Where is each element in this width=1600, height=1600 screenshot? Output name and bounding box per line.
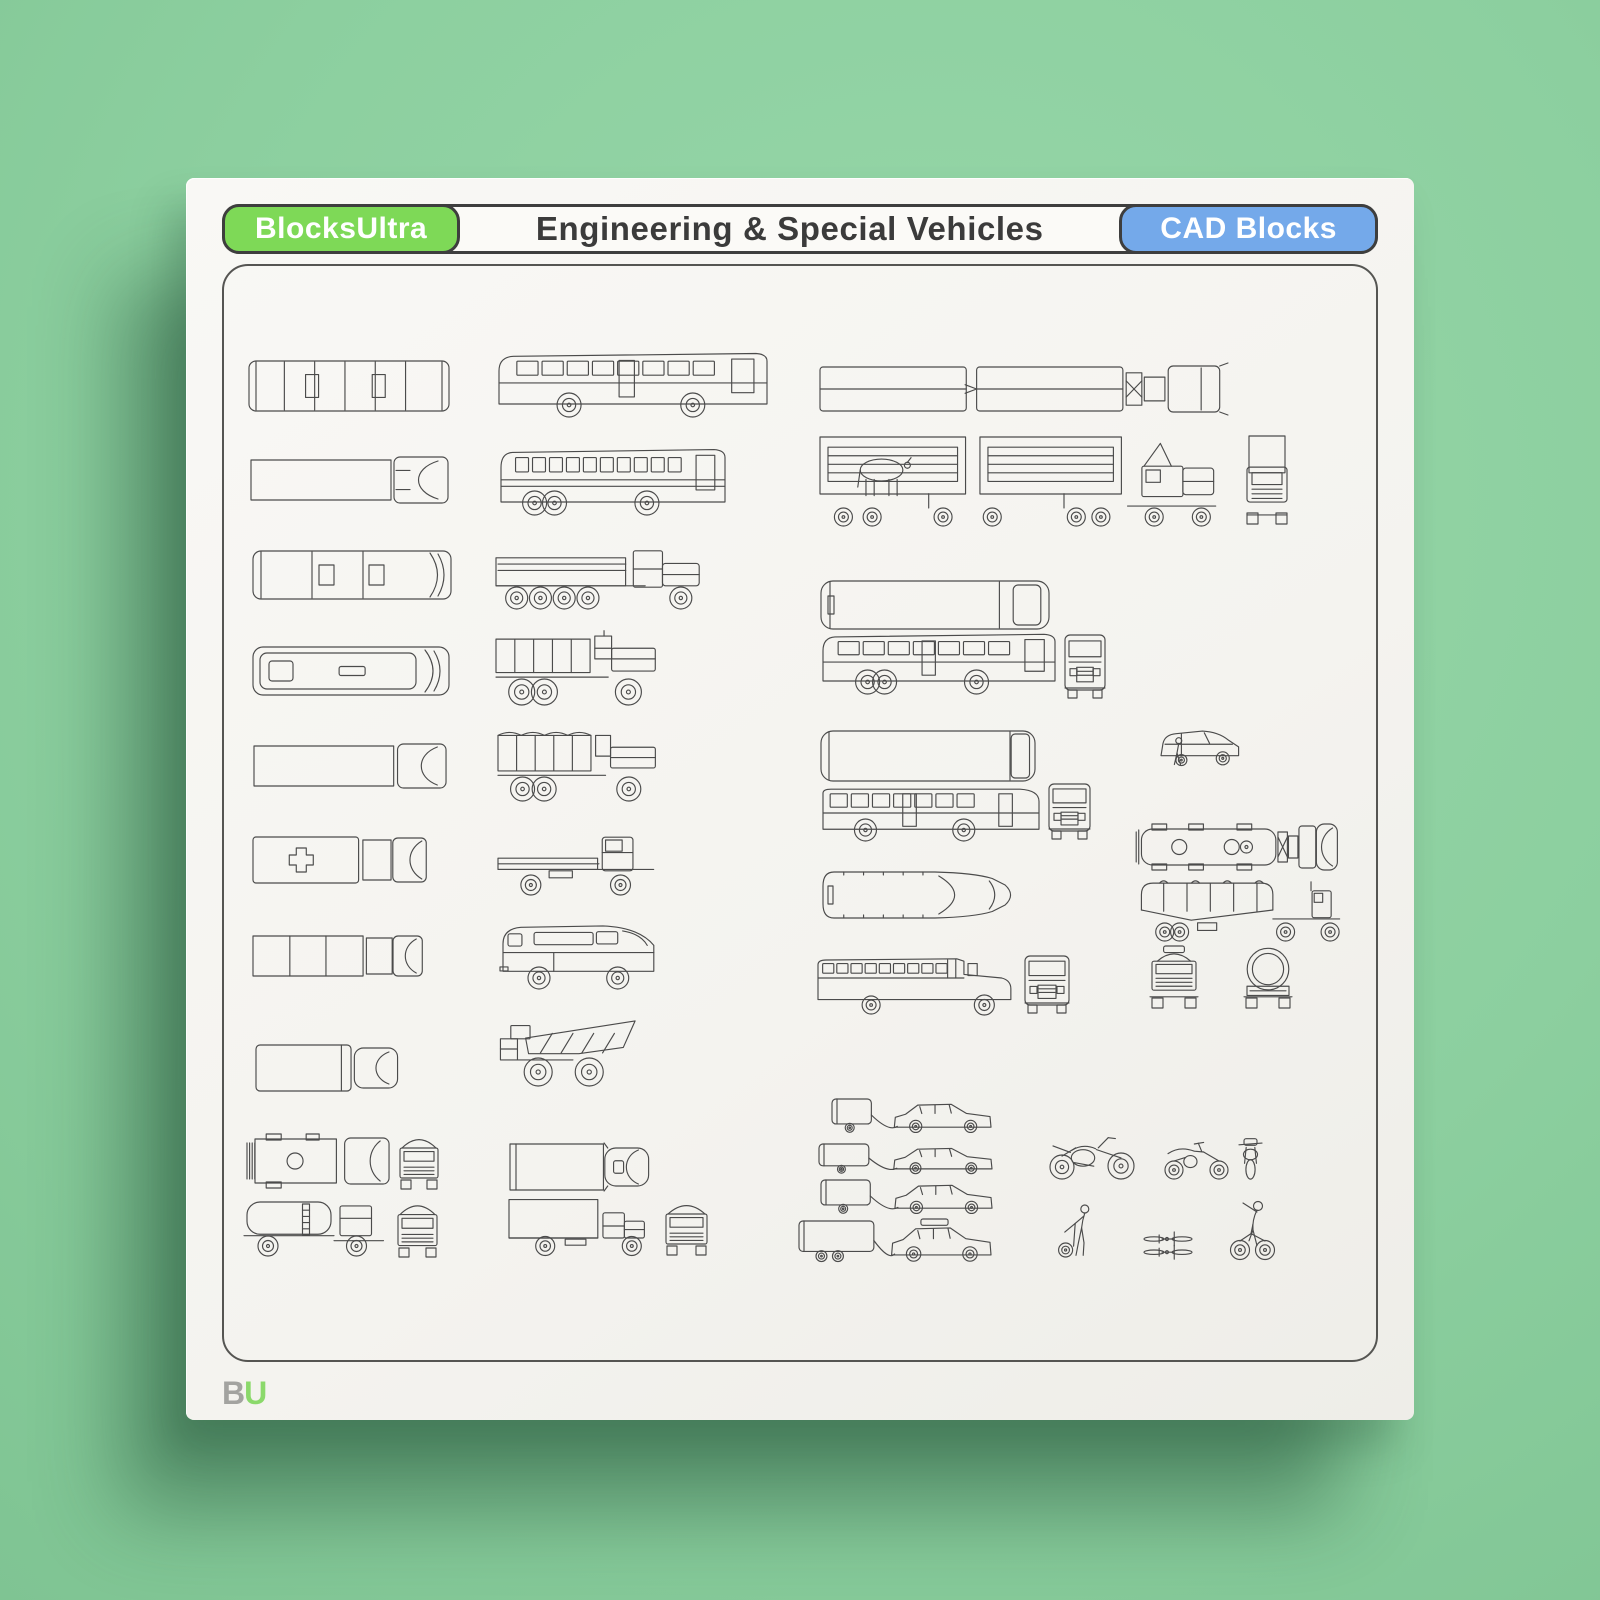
tanker-truck-side-view [241, 1196, 391, 1258]
school-bus-side-view [814, 954, 1018, 1016]
bus-top-view-2 [252, 550, 452, 600]
car-with-trailer-2 [817, 1141, 995, 1175]
bus-top-view-4 [820, 730, 1036, 782]
person-with-bicycle [1058, 1204, 1100, 1258]
brand-logo: BU [222, 1375, 267, 1412]
tanker-semi-side-view [1134, 878, 1346, 942]
header-bar: BlocksUltra Engineering & Special Vehicl… [222, 204, 1378, 254]
box-truck-top-view-2 [507, 1141, 653, 1193]
semi-double-trailer-top-view [818, 362, 1230, 416]
bus-front-view-2 [1046, 782, 1093, 840]
brand-pill: BlocksUltra [222, 204, 461, 254]
flatbed-truck-side-view [496, 826, 662, 896]
truck-front-view-1 [396, 1130, 442, 1190]
van-side-view [498, 918, 662, 990]
cattle-semi-side-view [818, 432, 1228, 527]
cargo-truck-top-view [252, 933, 424, 979]
page-title: Engineering & Special Vehicles [535, 210, 1044, 247]
bus-top-view-angled [820, 870, 1018, 920]
tanker-truck-front-view [1242, 944, 1294, 1010]
scene: BlocksUltra Engineering & Special Vehicl… [0, 0, 1600, 1600]
badge-pill: CAD Blocks [1119, 204, 1378, 254]
minivan-side-view [1155, 724, 1243, 768]
canvas-truck-side-view [496, 728, 662, 802]
mini-truck-top-view [255, 1044, 399, 1092]
ambulance-top-view [252, 836, 428, 884]
motorcycle-front-view [1237, 1136, 1264, 1180]
coach-bus-side-view-3 [818, 631, 1060, 697]
bus-top-view-3 [820, 580, 1050, 630]
coach-bus-side-view-2 [496, 446, 730, 518]
school-bus-front-view [1022, 954, 1072, 1014]
truck-front-view-3 [662, 1196, 711, 1256]
chopper-motorcycle-side-view [1047, 1134, 1137, 1180]
bicycle-top-view [1142, 1230, 1194, 1260]
dump-truck-side-view [494, 541, 710, 611]
military-truck-side-view [494, 630, 662, 706]
brand-label: BlocksUltra [255, 212, 428, 245]
badge-label: CAD Blocks [1160, 212, 1337, 245]
bus-front-view-1 [1062, 633, 1108, 699]
box-truck-side-view [506, 1196, 654, 1257]
truck-top-view [250, 456, 450, 504]
tanker-semi-top-view [1132, 822, 1342, 872]
semi-truck-front-view [1244, 434, 1290, 526]
city-bus-side-view [818, 784, 1044, 842]
logo-letter-b: B [222, 1375, 245, 1411]
car-with-trailer-4 [797, 1218, 994, 1263]
car-with-trailer-3 [819, 1177, 995, 1215]
tanker-truck-top-view [244, 1132, 392, 1190]
mining-truck-side-view [496, 1010, 644, 1088]
truck-front-view-2 [394, 1196, 441, 1258]
dirt-bike-side-view [1164, 1140, 1230, 1180]
truck-front-view-4 [1148, 944, 1200, 1010]
van-top-view [252, 646, 450, 696]
car-with-trailer-1 [830, 1096, 994, 1134]
bus-top-view-1 [248, 360, 450, 412]
cyclist-side-view [1228, 1200, 1278, 1261]
coach-bus-side-view-1 [494, 350, 772, 420]
box-truck-top-view [253, 743, 447, 789]
logo-letter-u: U [244, 1375, 267, 1411]
